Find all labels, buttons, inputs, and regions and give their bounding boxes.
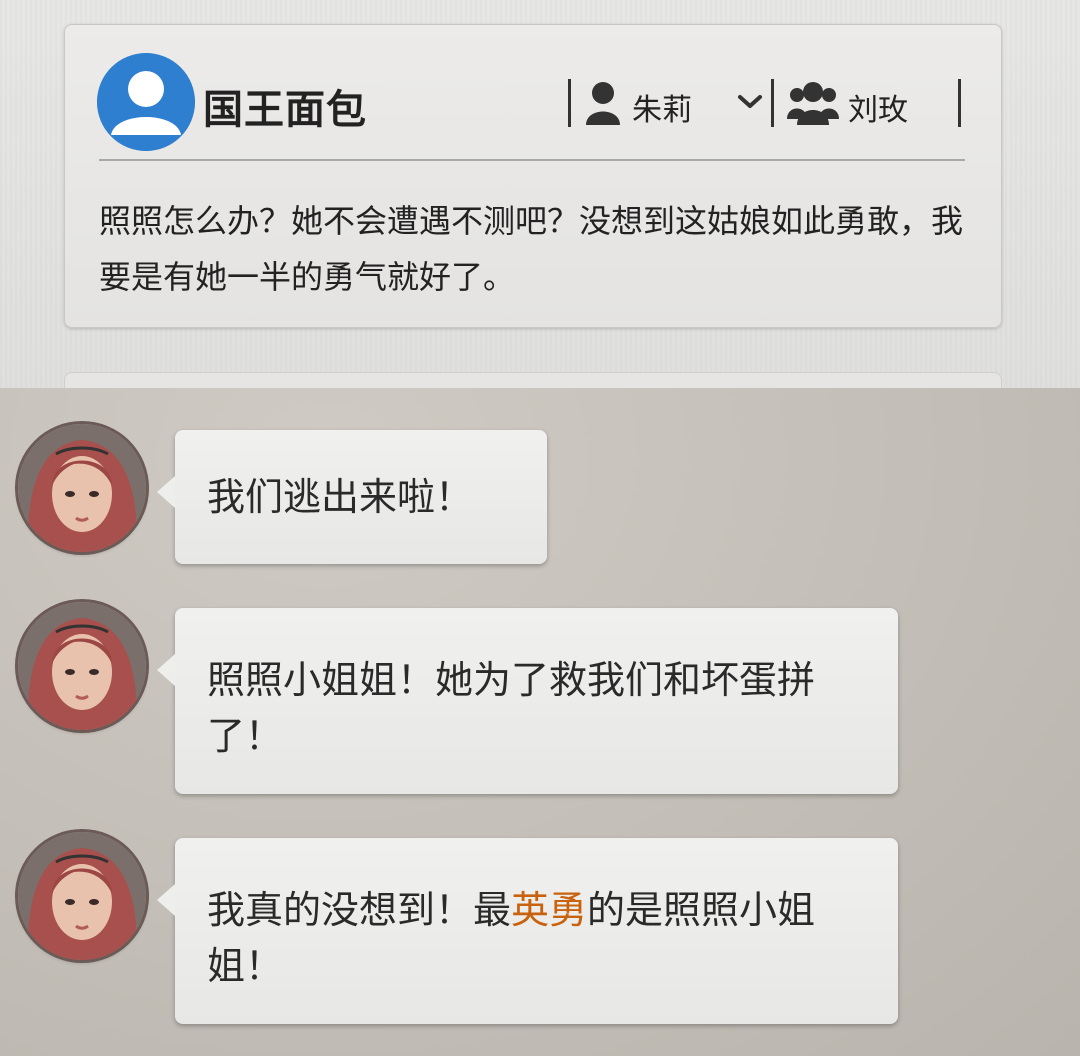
message-text: 我们逃出来啦！ (207, 475, 474, 519)
divider (958, 79, 961, 127)
message-text: 照照小姐姐！她为了救我们和坏蛋拼了！ (207, 658, 816, 758)
sender-avatar[interactable] (18, 602, 146, 730)
author-avatar-icon[interactable] (97, 53, 195, 151)
highlighted-word: 英勇 (511, 888, 588, 932)
group-icon (787, 82, 839, 125)
divider (771, 79, 774, 127)
bubble-tail (157, 654, 175, 686)
post-area: 国王面包 朱莉 刘玫 照照怎么办？她不会遭遇不测吧？没想到这姑娘如此勇敢，我要是… (0, 0, 1080, 388)
message-text: 我真的没想到！最英勇的是照照小姐姐！ (207, 888, 815, 988)
sender-avatar[interactable] (18, 424, 146, 552)
author-name[interactable]: 国王面包 (203, 77, 367, 135)
next-post-card (64, 372, 1002, 388)
message-text-part: 我真的没想到！最 (207, 888, 512, 932)
person-icon (586, 82, 620, 125)
post-card: 国王面包 朱莉 刘玫 照照怎么办？她不会遭遇不测吧？没想到这姑娘如此勇敢，我要是… (64, 24, 1002, 328)
chat-screen: 国王面包 朱莉 刘玫 照照怎么办？她不会遭遇不测吧？没想到这姑娘如此勇敢，我要是… (0, 0, 1080, 1056)
card-divider (99, 159, 965, 161)
role-left-name[interactable]: 朱莉 (632, 85, 692, 129)
message-bubble: 照照小姐姐！她为了救我们和坏蛋拼了！ (157, 608, 898, 794)
bubble-tail (157, 476, 175, 508)
sender-avatar[interactable] (18, 832, 146, 960)
bubble-tail (157, 884, 175, 916)
divider (568, 79, 571, 127)
chevron-down-icon[interactable] (737, 91, 763, 111)
message-bubble: 我们逃出来啦！ (157, 430, 547, 564)
post-body: 照照怎么办？她不会遭遇不测吧？没想到这姑娘如此勇敢，我要是有她一半的勇气就好了。 (99, 202, 964, 296)
message-bubble: 我真的没想到！最英勇的是照照小姐姐！ (157, 838, 898, 1024)
role-right-name[interactable]: 刘玫 (848, 85, 908, 129)
